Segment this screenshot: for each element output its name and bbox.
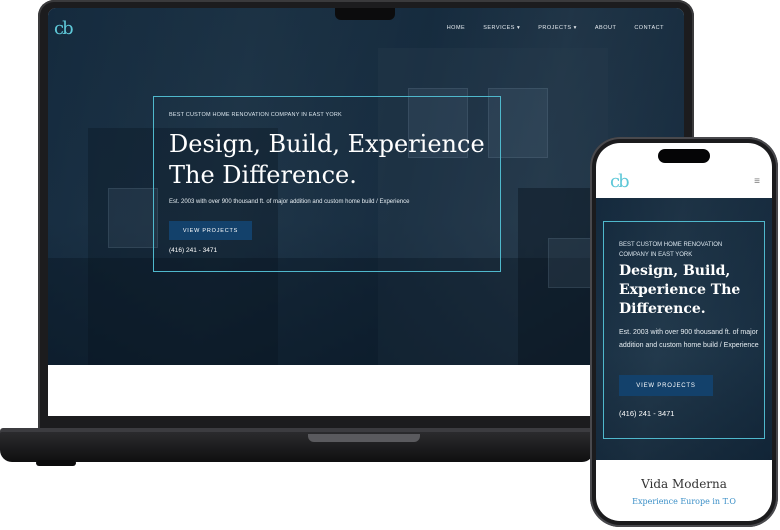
view-projects-button[interactable]: VIEW PROJECTS: [619, 375, 713, 396]
main-nav: HOME SERVICES ▾ PROJECTS ▾ ABOUT CONTACT: [447, 25, 664, 31]
laptop-camera-notch: [335, 8, 395, 20]
laptop-screen: cb HOME SERVICES ▾ PROJECTS ▾ ABOUT CONT…: [48, 8, 684, 416]
hero-subtitle: Est. 2003 with over 900 thousand ft. of …: [169, 199, 410, 205]
nav-item-about[interactable]: ABOUT: [595, 25, 616, 31]
window-shape: [108, 188, 158, 248]
phone-screen: cb ≡ BEST CUSTOM HOME RENOVATION COMPANY…: [596, 143, 772, 521]
mobile-hero: BEST CUSTOM HOME RENOVATION COMPANY IN E…: [596, 198, 772, 460]
laptop-base: [0, 432, 594, 462]
view-projects-button[interactable]: VIEW PROJECTS: [169, 221, 252, 240]
dynamic-island: [658, 149, 710, 163]
hero-card: BEST CUSTOM HOME RENOVATION COMPANY IN E…: [153, 96, 501, 272]
laptop-thumb-notch: [308, 434, 420, 442]
hero-background: cb HOME SERVICES ▾ PROJECTS ▾ ABOUT CONT…: [48, 8, 684, 365]
mobile-header: cb ≡: [596, 168, 772, 198]
section-subtitle[interactable]: Experience Europe in T.O: [596, 497, 772, 506]
nav-item-contact[interactable]: CONTACT: [634, 25, 664, 31]
section-title: Vida Moderna: [641, 477, 727, 491]
hero-title: Design, Build, Experience The Difference…: [169, 130, 485, 189]
logo[interactable]: cb: [54, 18, 74, 39]
nav-item-home[interactable]: HOME: [447, 25, 466, 31]
nav-item-projects[interactable]: PROJECTS ▾: [538, 25, 577, 31]
hero-title: Design, Build, Experience The Difference…: [619, 263, 741, 317]
phone-number[interactable]: (416) 241 - 3471: [619, 409, 674, 418]
logo[interactable]: cb: [610, 171, 630, 192]
hero-eyebrow: BEST CUSTOM HOME RENOVATION COMPANY IN E…: [619, 242, 723, 258]
hero-card: BEST CUSTOM HOME RENOVATION COMPANY IN E…: [603, 221, 765, 439]
phone-number[interactable]: (416) 241 - 3471: [169, 247, 217, 254]
hero-eyebrow: BEST CUSTOM HOME RENOVATION COMPANY IN E…: [169, 112, 342, 118]
hero-subtitle: Est. 2003 with over 900 thousand ft. of …: [619, 329, 759, 349]
hamburger-icon[interactable]: ≡: [754, 176, 760, 187]
nav-item-services[interactable]: SERVICES ▾: [483, 25, 520, 31]
laptop-foot: [36, 460, 76, 466]
